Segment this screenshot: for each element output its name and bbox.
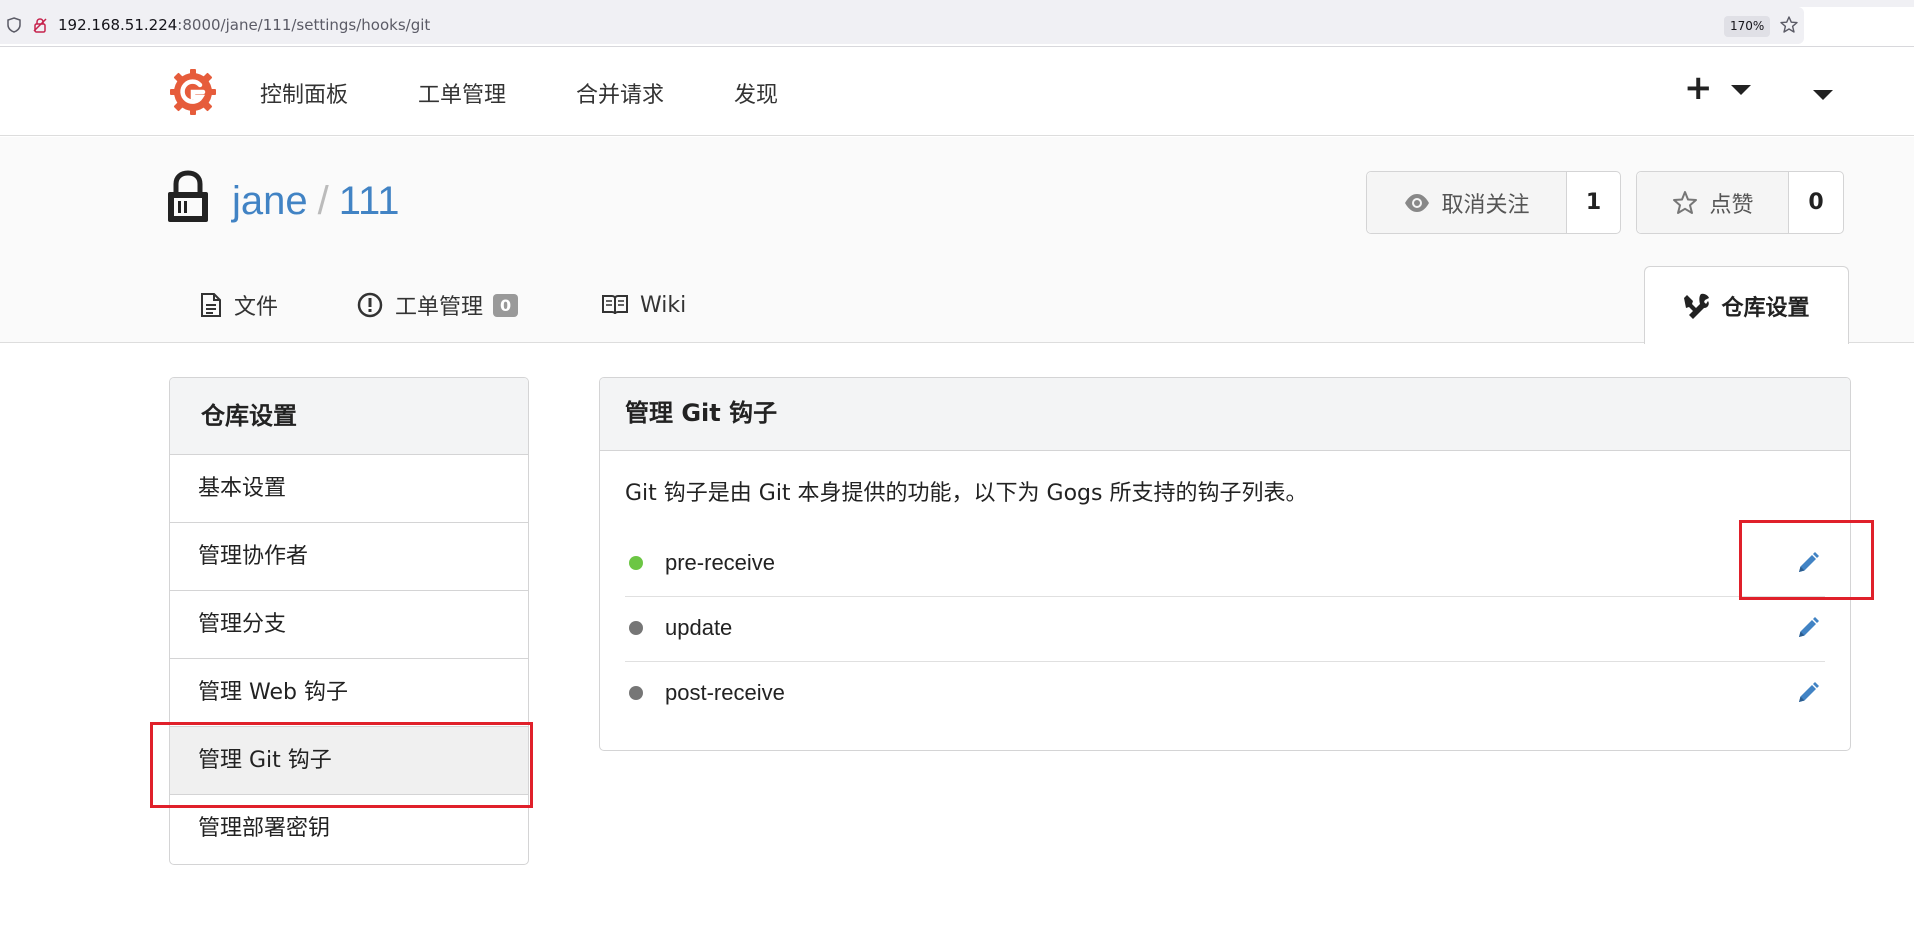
git-hooks-panel: 管理 Git 钩子 Git 钩子是由 Git 本身提供的功能，以下为 Gogs … xyxy=(599,377,1851,751)
highlight-box-edit xyxy=(1739,520,1874,600)
bookmark-star-icon[interactable] xyxy=(1779,15,1799,35)
tab-settings[interactable]: 仓库设置 xyxy=(1644,266,1849,344)
address-bar[interactable]: 192.168.51.224:8000/jane/111/settings/ho… xyxy=(0,7,1804,44)
highlight-box-sidebar xyxy=(150,722,533,808)
insecure-lock-icon[interactable] xyxy=(32,17,48,33)
hook-row-post-receive: post-receive xyxy=(625,662,1825,727)
browser-titlebar xyxy=(0,0,1914,7)
url-text[interactable]: 192.168.51.224:8000/jane/111/settings/ho… xyxy=(58,16,430,34)
tools-icon xyxy=(1684,293,1710,319)
star-outline-icon xyxy=(1673,190,1698,214)
unwatch-label: 取消关注 xyxy=(1441,192,1530,218)
unwatch-button[interactable]: 取消关注 xyxy=(1367,172,1567,233)
sidebar-item-branches[interactable]: 管理分支 xyxy=(170,591,528,659)
private-repo-lock-icon xyxy=(168,170,208,222)
tab-wiki-label: Wiki xyxy=(640,292,687,318)
url-host: 192.168.51.224 xyxy=(58,16,178,34)
hook-name: post-receive xyxy=(665,680,785,705)
pencil-edit-icon[interactable] xyxy=(1796,681,1820,705)
issues-count-badge: 0 xyxy=(493,293,519,317)
gogs-logo-icon[interactable] xyxy=(170,69,216,115)
create-new-button[interactable]: + xyxy=(1684,71,1713,105)
panel-description: Git 钩子是由 Git 本身提供的功能，以下为 Gogs 所支持的钩子列表。 xyxy=(625,481,1308,506)
watch-count[interactable]: 1 xyxy=(1567,172,1620,233)
star-label: 点赞 xyxy=(1709,192,1754,218)
user-menu-caret-icon[interactable] xyxy=(1813,90,1833,100)
tab-wiki[interactable]: Wiki xyxy=(602,285,686,325)
tab-issues[interactable]: 工单管理 0 xyxy=(357,285,519,325)
hook-status-dot xyxy=(629,686,643,700)
eye-icon xyxy=(1405,193,1430,212)
star-button[interactable]: 点赞 xyxy=(1637,172,1789,233)
hook-name: update xyxy=(665,615,733,640)
sidebar-item-webhooks[interactable]: 管理 Web 钩子 xyxy=(170,659,528,727)
hook-name: pre-receive xyxy=(665,550,776,575)
issue-opened-icon xyxy=(357,292,383,318)
repo-name-link[interactable]: 111 xyxy=(339,179,400,223)
repo-owner-link[interactable]: jane xyxy=(232,179,308,223)
repo-title: jane/111 xyxy=(232,179,400,224)
hook-row-update: update xyxy=(625,597,1825,662)
shield-icon[interactable] xyxy=(6,17,22,33)
star-count[interactable]: 0 xyxy=(1789,172,1843,233)
nav-issues[interactable]: 工单管理 xyxy=(418,77,506,109)
top-navbar: 控制面板 工单管理 合并请求 发现 + xyxy=(0,47,1914,136)
repo-header: jane/111 取消关注 1 点赞 0 文件 工单管理 0 Wiki 仓库设置 xyxy=(0,137,1914,344)
pencil-edit-icon[interactable] xyxy=(1796,616,1820,640)
tab-settings-label: 仓库设置 xyxy=(1721,295,1810,321)
repo-separator: / xyxy=(317,179,329,223)
nav-pull-requests[interactable]: 合并请求 xyxy=(576,77,664,109)
nav-dashboard[interactable]: 控制面板 xyxy=(260,77,348,109)
sidebar-item-collaborators[interactable]: 管理协作者 xyxy=(170,523,528,591)
book-icon xyxy=(602,295,628,315)
star-button-group: 点赞 0 xyxy=(1636,171,1844,234)
tab-files[interactable]: 文件 xyxy=(200,285,278,325)
zoom-indicator[interactable]: 170% xyxy=(1724,16,1771,37)
panel-title: 管理 Git 钩子 xyxy=(600,378,1850,451)
tab-issues-label: 工单管理 xyxy=(395,295,484,320)
tab-files-label: 文件 xyxy=(234,295,279,320)
nav-explore[interactable]: 发现 xyxy=(734,77,778,109)
hook-status-dot xyxy=(629,621,643,635)
create-dropdown-caret-icon[interactable] xyxy=(1731,85,1751,95)
hook-status-dot xyxy=(629,556,643,570)
sidebar-title: 仓库设置 xyxy=(170,378,528,455)
file-text-icon xyxy=(201,293,221,317)
watch-button-group: 取消关注 1 xyxy=(1366,171,1621,234)
url-path: :8000/jane/111/settings/hooks/git xyxy=(177,16,431,34)
hook-row-pre-receive: pre-receive xyxy=(625,532,1825,597)
sidebar-item-options[interactable]: 基本设置 xyxy=(170,455,528,523)
